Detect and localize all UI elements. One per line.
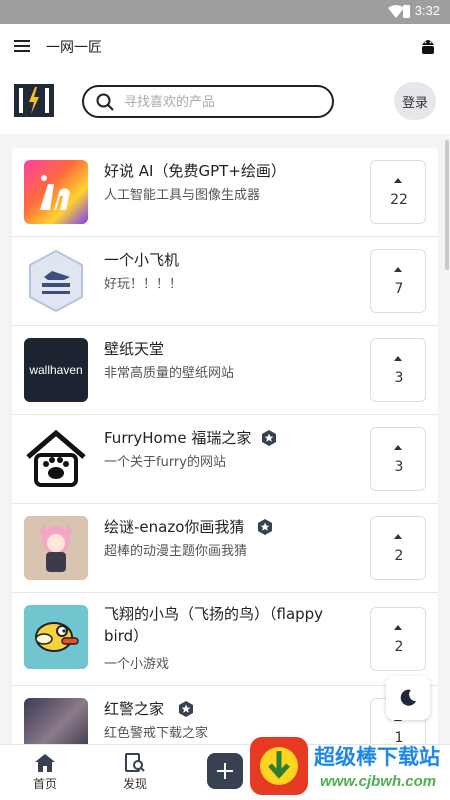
upvote-button[interactable]: 2 <box>370 516 426 580</box>
product-description: 超棒的动漫主题你画我猜 <box>104 544 248 559</box>
menu-icon[interactable] <box>14 39 30 53</box>
status-bar: 3:32 <box>0 0 450 24</box>
tab-discover[interactable]: 发现 <box>105 753 165 792</box>
list-item[interactable]: 好说 AI（免费GPT+绘画） 人工智能工具与图像生成器 22 <box>12 148 438 237</box>
product-name[interactable]: FurryHome 福瑞之家 <box>104 427 251 449</box>
site-logo[interactable] <box>14 84 54 117</box>
site-header: 登录 <box>0 70 450 134</box>
upvote-button[interactable]: 7 <box>370 249 426 313</box>
app-bar: 一网一匠 <box>0 24 450 70</box>
product-description: 好玩！！！！ <box>104 277 183 292</box>
discover-icon <box>125 753 145 772</box>
product-thumbnail <box>24 605 88 669</box>
vote-count: 2 <box>394 639 404 655</box>
search-input[interactable] <box>124 91 324 113</box>
product-thumbnail <box>24 160 88 224</box>
product-name[interactable]: 红警之家 <box>104 698 164 720</box>
lightning-icon <box>29 87 39 114</box>
product-thumbnail <box>24 516 88 580</box>
list-item[interactable]: 一个小飞机 好玩！！！！ 7 <box>12 237 438 326</box>
wallhaven-logo-text: wallhaven <box>29 363 83 377</box>
download-arrow-icon <box>268 751 290 779</box>
upvote-button[interactable]: 3 <box>370 427 426 491</box>
product-thumbnail <box>24 427 88 491</box>
upvote-arrow-icon <box>394 625 402 630</box>
upvote-arrow-icon <box>394 445 402 450</box>
upvote-arrow-icon <box>394 534 402 539</box>
watermark-title: 超级棒下载站 <box>314 745 440 769</box>
product-name[interactable]: 绘谜-enazo你画我猜 <box>104 516 244 538</box>
tab-home-label: 首页 <box>32 777 57 791</box>
app-title: 一网一匠 <box>46 40 102 56</box>
list-item[interactable]: wallhaven 壁纸天堂 非常高质量的壁纸网站 3 <box>12 326 438 415</box>
product-description: 人工智能工具与图像生成器 <box>104 188 261 203</box>
product-description: 一个小游戏 <box>104 657 170 672</box>
wifi-icon <box>388 5 404 18</box>
vote-count: 2 <box>394 548 404 564</box>
featured-star-icon <box>179 701 193 717</box>
product-name[interactable]: 好说 AI（免费GPT+绘画） <box>104 160 364 182</box>
upvote-arrow-icon <box>394 356 402 361</box>
moon-icon <box>400 689 416 706</box>
vote-count: 3 <box>394 459 404 475</box>
upvote-arrow-icon <box>394 178 402 183</box>
add-product-button[interactable] <box>207 753 243 789</box>
scrollbar[interactable] <box>445 140 449 270</box>
dark-mode-toggle[interactable] <box>386 676 430 720</box>
watermark-url: www.cjbwh.com <box>320 773 437 790</box>
product-description: 非常高质量的壁纸网站 <box>104 366 235 381</box>
vote-count: 22 <box>390 192 408 208</box>
product-description: 一个关于furry的网站 <box>104 455 226 470</box>
featured-star-icon <box>258 519 272 535</box>
watermark: 超级棒下载站 www.cjbwh.com <box>250 735 450 797</box>
product-thumbnail: wallhaven <box>24 338 88 402</box>
status-time: 3:32 <box>414 3 440 18</box>
product-list: 好说 AI（免费GPT+绘画） 人工智能工具与图像生成器 22 一个小飞机 好玩… <box>12 148 438 800</box>
upvote-arrow-icon <box>394 267 402 272</box>
upvote-button[interactable]: 2 <box>370 607 426 671</box>
upvote-button[interactable]: 3 <box>370 338 426 402</box>
vote-count: 3 <box>394 370 404 386</box>
android-icon[interactable] <box>420 37 436 55</box>
search-box[interactable] <box>82 85 334 118</box>
vote-count: 7 <box>394 281 404 297</box>
product-name[interactable]: 飞翔的小鸟（飞扬的鸟）（flappy bird） <box>104 603 354 647</box>
featured-star-icon <box>262 430 276 446</box>
list-item[interactable]: FurryHome 福瑞之家 一个关于furry的网站 3 <box>12 415 438 504</box>
product-name[interactable]: 一个小飞机 <box>104 249 364 271</box>
list-item[interactable]: 绘谜-enazo你画我猜 超棒的动漫主题你画我猜 2 <box>12 504 438 593</box>
watermark-logo <box>250 737 308 795</box>
list-item[interactable]: 飞翔的小鸟（飞扬的鸟）（flappy bird） 一个小游戏 2 <box>12 593 438 686</box>
tab-home[interactable]: 首页 <box>15 753 75 792</box>
login-button[interactable]: 登录 <box>394 82 436 120</box>
tab-discover-label: 发现 <box>122 777 147 791</box>
home-icon <box>35 754 55 772</box>
product-thumbnail <box>24 249 88 313</box>
upvote-button[interactable]: 22 <box>370 160 426 224</box>
product-name[interactable]: 壁纸天堂 <box>104 338 364 360</box>
search-icon <box>96 93 114 111</box>
battery-icon <box>403 5 410 18</box>
